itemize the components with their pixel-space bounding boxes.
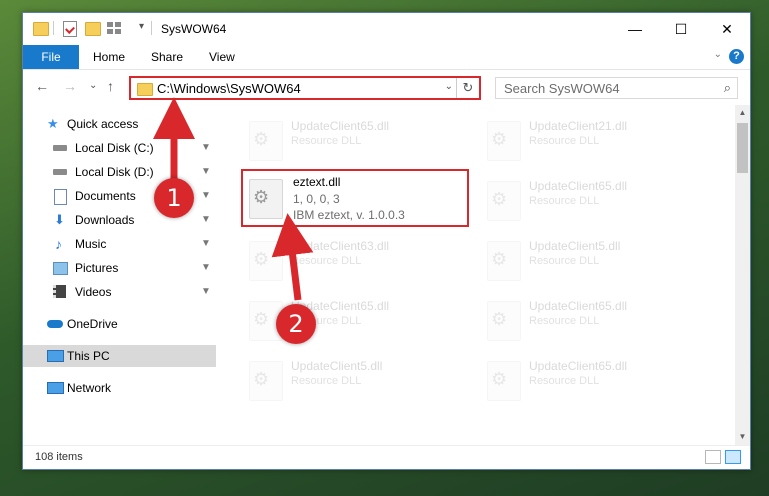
step-2-badge: 2 [276,304,316,344]
arrow-2 [271,213,314,301]
step-1-badge: 1 [154,178,194,218]
annotation-arrows [153,97,314,301]
